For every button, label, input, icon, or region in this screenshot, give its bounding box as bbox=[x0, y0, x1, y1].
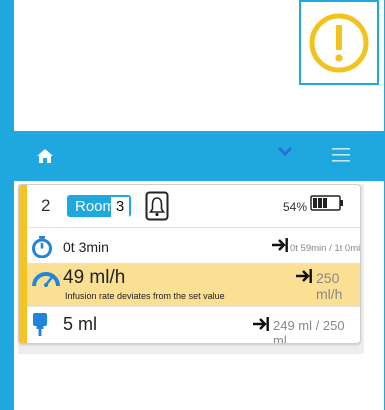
infusion-rate: 49 ml/h bbox=[63, 267, 126, 288]
elapsed-time: 0t 3min bbox=[63, 239, 109, 255]
infusion-bag-icon bbox=[33, 313, 47, 336]
warning-exclamation-icon bbox=[309, 13, 369, 72]
room-number: 3 bbox=[111, 197, 129, 217]
pump-list: 2 Room 2 3 54% 0t 3min 0t 59min / 1t 0mi… bbox=[18, 184, 364, 354]
arrow-to-end-icon bbox=[272, 238, 288, 252]
rate-row[interactable]: 49 ml/h 250 ml/h Infusion rate deviates … bbox=[27, 263, 360, 306]
battery-icon bbox=[310, 195, 343, 211]
timer-icon bbox=[32, 236, 52, 258]
warning-indicator[interactable] bbox=[299, 0, 379, 85]
time-row: 0t 3min 0t 59min / 1t 0min bbox=[27, 227, 360, 264]
volume-row: 5 ml 249 ml / 250 ml bbox=[27, 306, 360, 344]
infused-volume: 5 ml bbox=[63, 314, 98, 334]
rate-deviation-message: Infusion rate deviates from the set valu… bbox=[65, 291, 225, 301]
bed-number: 2 bbox=[41, 196, 51, 215]
arrow-to-end-icon bbox=[296, 269, 312, 283]
main-page: 2 Room 2 3 54% 0t 3min 0t 59min / 1t 0mi… bbox=[14, 0, 384, 410]
battery-percent: 54% bbox=[283, 200, 308, 214]
volume-target: 249 ml / 250 ml bbox=[273, 318, 345, 344]
top-navbar bbox=[14, 131, 384, 181]
speedometer-icon bbox=[32, 272, 60, 287]
menu-icon[interactable] bbox=[332, 148, 350, 162]
rate-target: 250 ml/h bbox=[316, 270, 343, 302]
room-badge[interactable]: Room 2 3 bbox=[67, 195, 131, 217]
home-icon[interactable] bbox=[36, 148, 54, 164]
pump-header: 2 Room 2 3 54% bbox=[27, 185, 360, 227]
pump-alarm-icon bbox=[145, 191, 169, 221]
pump-card[interactable]: 2 Room 2 3 54% 0t 3min 0t 59min / 1t 0mi… bbox=[18, 184, 361, 344]
chevron-down-icon[interactable] bbox=[277, 145, 293, 157]
arrow-to-end-icon bbox=[253, 317, 269, 331]
status-stripe bbox=[19, 185, 27, 343]
time-target: 0t 59min / 1t 0min bbox=[290, 243, 361, 254]
